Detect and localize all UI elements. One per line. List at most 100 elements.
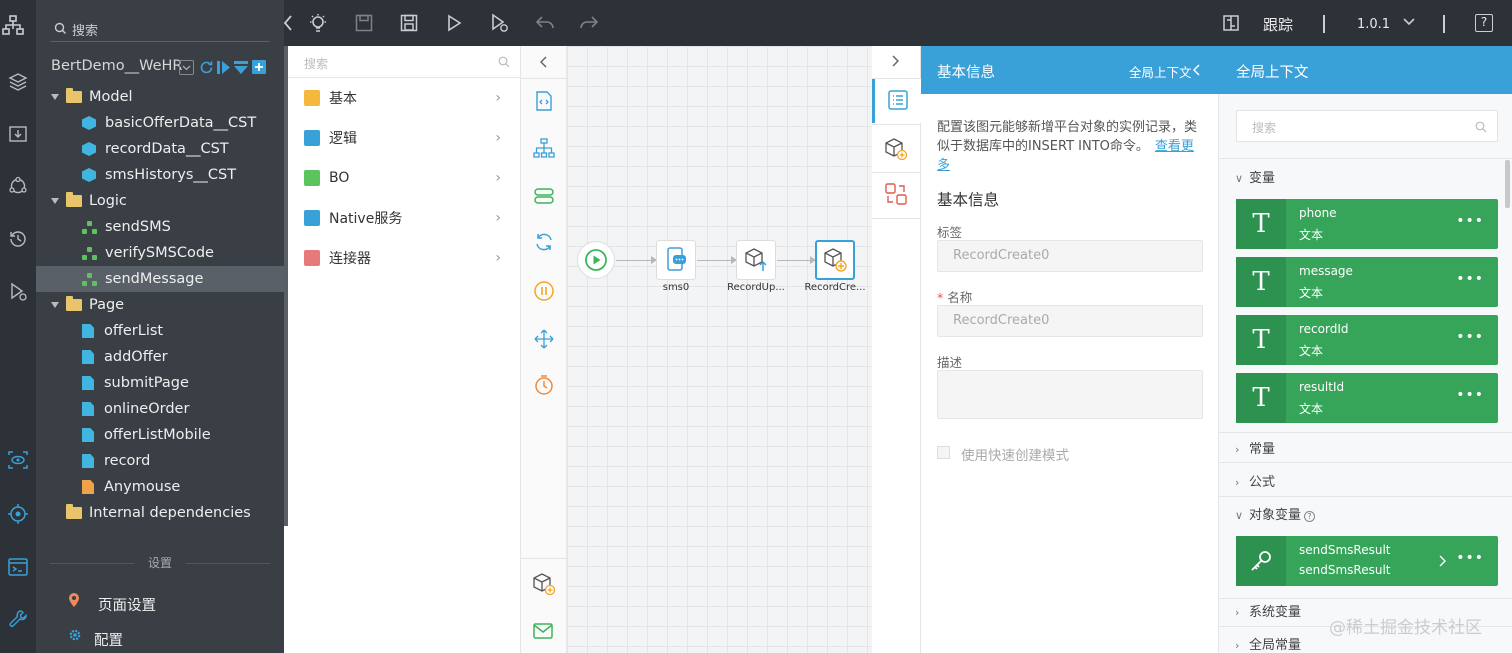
record-list-icon[interactable]: [532, 184, 556, 208]
config-link[interactable]: 配置: [94, 629, 123, 650]
tree-item[interactable]: Internal dependencies: [36, 500, 284, 526]
variables-section-toggle[interactable]: ∨ 变量: [1235, 167, 1275, 186]
project-dropdown-icon[interactable]: [179, 60, 194, 75]
system-vars-section-toggle[interactable]: › 系统变量: [1235, 601, 1301, 620]
console-icon[interactable]: [0, 549, 36, 585]
more-options-icon[interactable]: •••: [1456, 213, 1484, 229]
tree-item[interactable]: record: [36, 448, 284, 474]
variable-item[interactable]: TrecordId 文本 •••: [1236, 315, 1498, 365]
more-options-icon[interactable]: •••: [1456, 387, 1484, 403]
tab-basic-info[interactable]: [872, 79, 921, 123]
save-icon[interactable]: [351, 10, 377, 36]
app-structure-icon[interactable]: [0, 12, 26, 38]
help-button[interactable]: ?: [1475, 14, 1493, 32]
object-add-icon[interactable]: [884, 137, 908, 165]
tree-item[interactable]: Anymouse: [36, 474, 284, 500]
lightbulb-icon[interactable]: [305, 10, 331, 36]
constants-section-toggle[interactable]: › 常量: [1235, 438, 1275, 457]
wrench-icon[interactable]: [0, 601, 36, 637]
tree-item[interactable]: basicOfferData__CST: [36, 110, 284, 136]
palette-category[interactable]: 连接器 ›: [288, 238, 521, 278]
network-icon[interactable]: [0, 168, 36, 204]
expand-caret-icon[interactable]: [50, 300, 60, 310]
palette-category[interactable]: 逻辑 ›: [288, 118, 521, 158]
tree-item[interactable]: smsHistorys__CST: [36, 162, 284, 188]
history-icon[interactable]: [0, 221, 36, 257]
flow-node-record-create[interactable]: [815, 240, 855, 280]
object-variable-item[interactable]: sendSmsResult sendSmsResult •••: [1236, 536, 1498, 586]
target-icon[interactable]: [0, 496, 36, 532]
palette-category[interactable]: 基本 ›: [288, 78, 521, 118]
tree-search-input[interactable]: 搜索: [50, 14, 270, 42]
tree-item[interactable]: addOffer: [36, 344, 284, 370]
variable-item[interactable]: Tphone 文本 •••: [1236, 199, 1498, 249]
undo-icon[interactable]: [532, 10, 558, 36]
help-icon[interactable]: ?: [1304, 511, 1316, 522]
context-search-input[interactable]: 搜索: [1236, 110, 1498, 142]
filter-icon[interactable]: [234, 60, 248, 79]
pause-icon[interactable]: [532, 279, 556, 303]
version-select[interactable]: 1.0.1: [1357, 17, 1390, 32]
refresh-icon[interactable]: [199, 60, 214, 79]
flow-node-sms[interactable]: [656, 240, 696, 280]
trace-label[interactable]: 跟踪: [1263, 14, 1293, 35]
record-create-icon[interactable]: [532, 572, 556, 596]
tree-item[interactable]: verifySMSCode: [36, 240, 284, 266]
tree-item[interactable]: sendSMS: [36, 214, 284, 240]
redo-icon[interactable]: [576, 10, 602, 36]
script-icon[interactable]: [532, 89, 556, 113]
tree-item[interactable]: offerList: [36, 318, 284, 344]
import-icon[interactable]: [0, 116, 36, 152]
label-field[interactable]: RecordCreate0: [937, 240, 1203, 272]
timer-icon[interactable]: [532, 373, 556, 397]
tree-item[interactable]: Model: [36, 84, 284, 110]
message-icon[interactable]: [532, 619, 556, 643]
chevron-right-icon[interactable]: [1439, 555, 1446, 567]
collapse-left-icon[interactable]: [532, 52, 556, 72]
palette-category[interactable]: BO ›: [288, 158, 521, 198]
debug-icon[interactable]: [486, 10, 512, 36]
palette-category[interactable]: Native服务 ›: [288, 198, 521, 238]
expand-right-icon[interactable]: [891, 55, 900, 71]
flow-node-record-update[interactable]: [736, 240, 776, 280]
tree-item[interactable]: onlineOrder: [36, 396, 284, 422]
tree-item[interactable]: offerListMobile: [36, 422, 284, 448]
chevron-left-icon[interactable]: [1193, 64, 1201, 76]
more-options-icon[interactable]: •••: [1456, 271, 1484, 287]
save-as-icon[interactable]: [396, 10, 422, 36]
preview-icon[interactable]: [0, 442, 36, 478]
palette-search-input[interactable]: 搜索: [288, 46, 521, 78]
chevron-down-icon[interactable]: [1402, 16, 1416, 31]
debug-run-icon[interactable]: [0, 274, 36, 310]
add-icon[interactable]: [252, 60, 266, 74]
global-context-link[interactable]: 全局上下文: [1129, 62, 1192, 81]
expand-caret-icon[interactable]: [50, 92, 60, 102]
hierarchy-icon[interactable]: [532, 136, 556, 160]
start-node[interactable]: [577, 241, 615, 279]
move-icon[interactable]: [532, 327, 556, 351]
run-icon[interactable]: [441, 10, 467, 36]
description-textarea[interactable]: [937, 370, 1203, 419]
tree-item[interactable]: recordData__CST: [36, 136, 284, 162]
more-options-icon[interactable]: •••: [1456, 329, 1484, 345]
mapping-icon[interactable]: [884, 182, 908, 210]
global-constants-section-toggle[interactable]: › 全局常量: [1235, 634, 1301, 653]
context-scrollbar[interactable]: [1505, 160, 1510, 208]
expand-caret-icon[interactable]: [50, 196, 60, 206]
formula-section-toggle[interactable]: › 公式: [1235, 471, 1275, 490]
trace-icon[interactable]: [1218, 10, 1244, 36]
tree-item[interactable]: sendMessage: [36, 266, 284, 292]
tree-item[interactable]: submitPage: [36, 370, 284, 396]
name-field[interactable]: RecordCreate0: [937, 305, 1203, 337]
tree-item[interactable]: Page: [36, 292, 284, 318]
variable-item[interactable]: TresultId 文本 •••: [1236, 373, 1498, 423]
run-flow-icon[interactable]: [217, 60, 231, 79]
page-settings-link[interactable]: 页面设置: [98, 594, 156, 615]
variable-item[interactable]: Tmessage 文本 •••: [1236, 257, 1498, 307]
tree-item[interactable]: Logic: [36, 188, 284, 214]
flow-canvas[interactable]: sms0 RecordUp... RecordCre...: [567, 46, 872, 653]
loop-icon[interactable]: [532, 230, 556, 254]
object-vars-section-toggle[interactable]: ∨ 对象变量?: [1235, 504, 1316, 523]
more-options-icon[interactable]: •••: [1456, 550, 1484, 566]
layers-icon[interactable]: [0, 64, 36, 100]
